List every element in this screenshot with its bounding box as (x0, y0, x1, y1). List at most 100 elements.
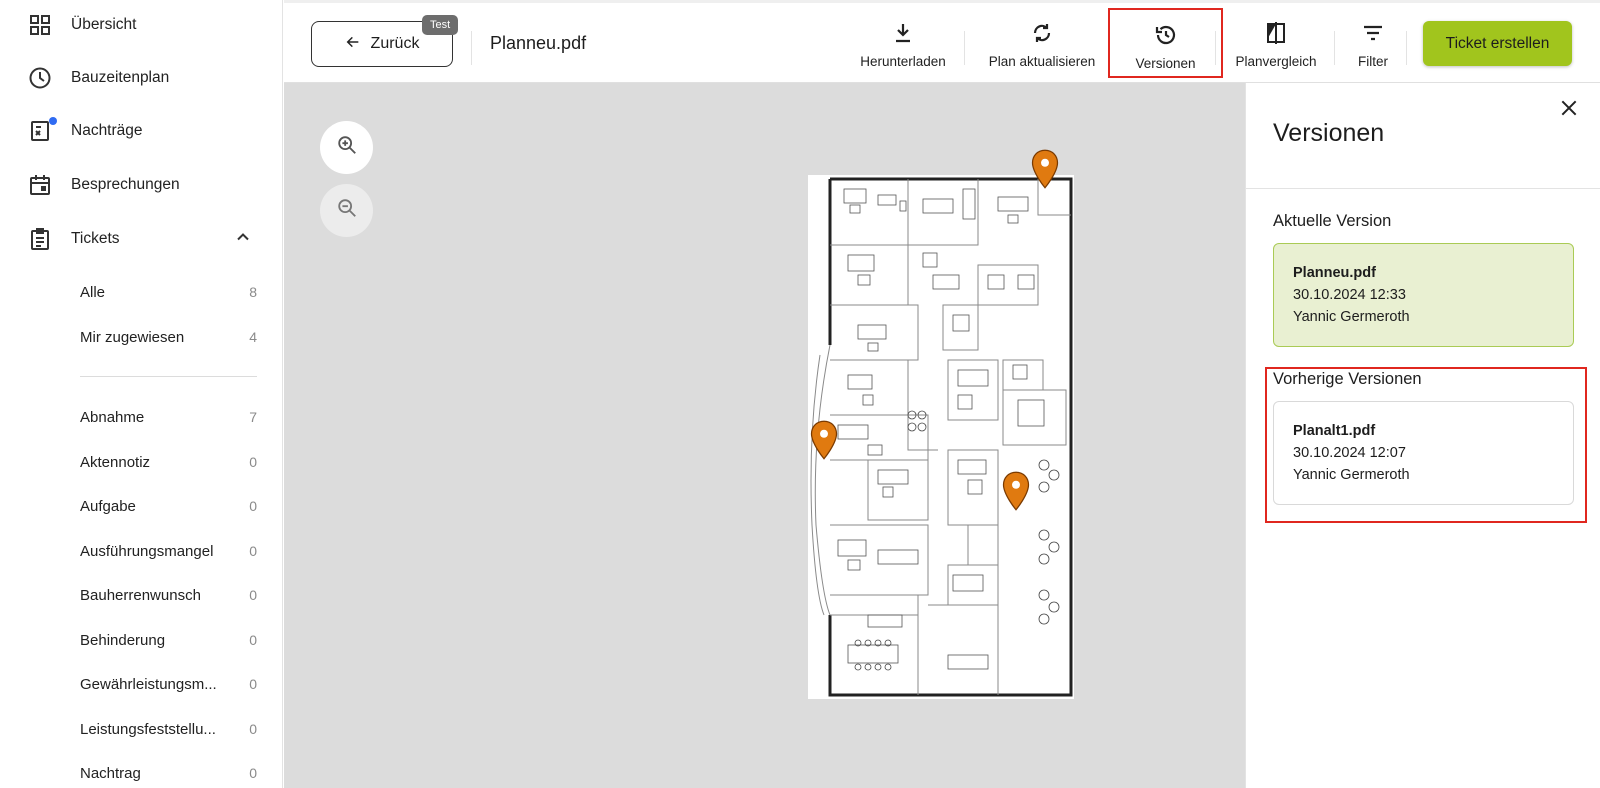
zoom-in-button[interactable] (320, 121, 373, 174)
environment-tag: Test (422, 15, 459, 35)
sidebar-item-uebersicht[interactable]: Übersicht (28, 10, 136, 40)
ticket-type-label: Gewährleistungsm... (80, 675, 217, 693)
ticket-type-abnahme[interactable]: Abnahme 7 (80, 405, 257, 429)
sidebar-item-besprechungen[interactable]: Besprechungen (28, 170, 180, 200)
ticket-type-label: Bauherrenwunsch (80, 586, 201, 604)
ticket-type-aufgabe[interactable]: Aufgabe 0 (80, 494, 257, 518)
ticket-type-label: Ausführungsmangel (80, 542, 214, 560)
map-pin-icon (1031, 149, 1059, 189)
toolbar-divider (1334, 31, 1335, 65)
document-change-icon (28, 117, 57, 143)
plan-viewer[interactable] (284, 83, 1245, 788)
map-pin-icon (1002, 471, 1030, 511)
ticket-count: 0 (249, 587, 257, 603)
toolbar-divider (471, 31, 472, 65)
grid-icon (28, 13, 52, 37)
ticket-count: 8 (249, 284, 257, 300)
ticket-count: 0 (249, 721, 257, 737)
ticket-pin[interactable] (809, 420, 839, 465)
zoom-out-icon (336, 197, 358, 224)
chevron-up-icon[interactable] (233, 227, 253, 252)
ticket-type-ausfuehrungsmangel[interactable]: Ausführungsmangel 0 (80, 539, 257, 563)
current-version-card[interactable]: Planneu.pdf 30.10.2024 12:33 Yannic Germ… (1273, 243, 1574, 347)
ticket-type-label: Behinderung (80, 631, 166, 649)
ticket-type-aktennotiz[interactable]: Aktennotiz 0 (80, 450, 257, 474)
sidebar-item-bauzeitenplan[interactable]: Bauzeitenplan (28, 63, 169, 93)
version-author: Yannic Germeroth (1293, 309, 1410, 325)
previous-version-card[interactable]: Planalt1.pdf 30.10.2024 12:07 Yannic Ger… (1273, 401, 1574, 505)
sidebar-item-label: Bauzeitenplan (71, 69, 170, 86)
ticket-type-label: Abnahme (80, 408, 145, 426)
filter-button[interactable]: Filter (1344, 21, 1402, 69)
version-author: Yannic Germeroth (1293, 467, 1410, 483)
update-plan-label: Plan aktualisieren (988, 54, 1096, 69)
plan-toolbar: Zurück Test Planneu.pdf Herunterladen Pl… (284, 0, 1600, 83)
sync-icon (1030, 21, 1054, 50)
ticket-pin[interactable] (1030, 149, 1060, 194)
versions-label: Versionen (1135, 56, 1196, 71)
ticket-count: 0 (249, 498, 257, 514)
calendar-icon (28, 173, 52, 197)
history-icon (1154, 23, 1178, 52)
sidebar-item-label: Nachträge (71, 122, 143, 139)
download-icon (891, 21, 915, 50)
zoom-in-icon (336, 134, 358, 161)
floor-plan-drawing (810, 177, 1073, 697)
filter-label: Filter (1358, 54, 1388, 69)
ticket-type-gewaehrleistung[interactable]: Gewährleistungsm... 0 (80, 672, 257, 696)
sidebar: Übersicht Bauzeitenplan Nachträge Bespre… (0, 0, 283, 788)
arrow-left-icon (345, 34, 361, 55)
close-icon[interactable] (1559, 98, 1579, 123)
sidebar-item-label: Tickets (71, 230, 120, 247)
floor-plan[interactable] (808, 175, 1074, 699)
ticket-type-label: Aktennotiz (80, 453, 151, 471)
panel-title: Versionen (1273, 119, 1385, 147)
ticket-count: 0 (249, 765, 257, 781)
ticket-type-leistungsfeststellung[interactable]: Leistungsfeststellu... 0 (80, 717, 257, 741)
version-date: 30.10.2024 12:33 (1293, 287, 1406, 303)
download-label: Herunterladen (860, 54, 946, 69)
panel-divider (1246, 188, 1600, 189)
current-version-heading: Aktuelle Version (1273, 212, 1392, 230)
toolbar-divider (1215, 31, 1216, 65)
download-button[interactable]: Herunterladen (856, 21, 950, 69)
compare-plans-button[interactable]: Planvergleich (1229, 21, 1323, 69)
ticket-filter-label: Alle (80, 283, 106, 301)
ticket-count: 7 (249, 409, 257, 425)
toolbar-divider (964, 31, 965, 65)
ticket-filter-alle[interactable]: Alle 8 (80, 280, 257, 304)
versions-button[interactable]: Versionen (1108, 8, 1223, 78)
update-plan-button[interactable]: Plan aktualisieren (978, 21, 1106, 69)
compare-plans-label: Planvergleich (1235, 54, 1317, 69)
sidebar-item-label: Übersicht (71, 16, 137, 33)
map-pin-icon (810, 420, 838, 460)
version-date: 30.10.2024 12:07 (1293, 445, 1406, 461)
ticket-filter-label: Mir zugewiesen (80, 328, 185, 346)
ticket-filter-mir-zugewiesen[interactable]: Mir zugewiesen 4 (80, 325, 257, 349)
sidebar-item-tickets[interactable]: Tickets (28, 224, 258, 254)
ticket-type-label: Nachtrag (80, 764, 141, 782)
ticket-type-behinderung[interactable]: Behinderung 0 (80, 628, 257, 652)
clipboard-icon (28, 227, 52, 251)
ticket-count: 0 (249, 632, 257, 648)
sidebar-item-nachtraege[interactable]: Nachträge (28, 116, 143, 146)
ticket-count: 0 (249, 543, 257, 559)
ticket-type-bauherrenwunsch[interactable]: Bauherrenwunsch 0 (80, 583, 257, 607)
page-title: Planneu.pdf (490, 33, 587, 53)
previous-versions-heading: Vorherige Versionen (1273, 370, 1422, 388)
ticket-count: 0 (249, 454, 257, 470)
compare-icon (1264, 21, 1288, 50)
create-ticket-button[interactable]: Ticket erstellen (1423, 21, 1572, 66)
filter-icon (1361, 21, 1385, 50)
ticket-type-label: Leistungsfeststellu... (80, 720, 216, 738)
toolbar-divider (1406, 31, 1407, 65)
sidebar-item-label: Besprechungen (71, 176, 180, 193)
ticket-type-nachtrag[interactable]: Nachtrag 0 (80, 761, 257, 785)
app-root: Übersicht Bauzeitenplan Nachträge Bespre… (0, 0, 1600, 788)
back-label: Zurück (370, 35, 420, 52)
versions-panel: Versionen Aktuelle Version Planneu.pdf 3… (1245, 83, 1600, 788)
zoom-out-button[interactable] (320, 184, 373, 237)
ticket-pin[interactable] (1001, 471, 1031, 516)
sidebar-divider (80, 376, 257, 377)
notification-dot (49, 117, 57, 125)
